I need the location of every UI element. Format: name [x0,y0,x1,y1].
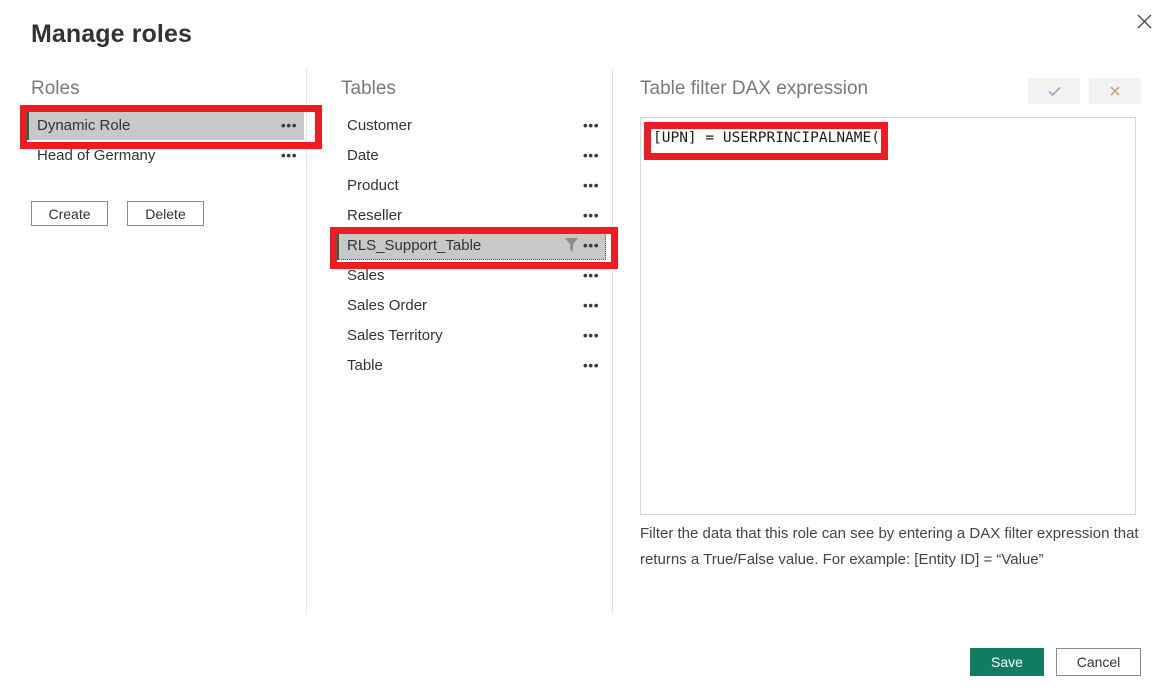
dax-expression-editor[interactable]: [UPN] = USERPRINCIPALNAME() [640,117,1136,515]
tables-list-item-label: Product [347,177,582,194]
delete-role-button[interactable]: Delete [127,201,204,226]
tables-list-item-date[interactable]: Date ••• [336,140,606,170]
roles-list: Dynamic Role ••• Head of Germany ••• [26,110,304,170]
roles-list-item-label: Dynamic Role [37,117,280,134]
selection-accent-bar [26,110,29,140]
tables-heading: Tables [341,78,396,100]
manage-roles-dialog: Manage roles Roles Dynamic Role ••• Head… [0,0,1169,700]
roles-item-menu-icon[interactable]: ••• [280,121,298,129]
tables-list-item-label: Date [347,147,582,164]
tables-item-menu-icon[interactable]: ••• [582,301,600,309]
panel-divider-tables-dax [612,68,613,614]
tables-list-item-label: Customer [347,117,582,134]
tables-list-item-product[interactable]: Product ••• [336,170,606,200]
tables-list-item-label: Sales Territory [347,327,582,344]
roles-actions: Create Delete [31,201,204,226]
tables-item-menu-icon[interactable]: ••• [582,331,600,339]
tables-item-menu-icon[interactable]: ••• [582,271,600,279]
tables-item-menu-icon[interactable]: ••• [582,151,600,159]
create-role-button[interactable]: Create [31,201,108,226]
tables-item-menu-icon[interactable]: ••• [582,181,600,189]
tables-list-item-label: Sales Order [347,297,582,314]
roles-list-item-dynamic-role[interactable]: Dynamic Role ••• [26,110,304,140]
filter-funnel-icon [563,237,580,254]
tables-item-menu-icon[interactable]: ••• [582,211,600,219]
cancel-button[interactable]: Cancel [1056,648,1141,676]
tables-item-menu-icon[interactable]: ••• [582,121,600,129]
tables-list-item-reseller[interactable]: Reseller ••• [336,200,606,230]
tables-item-menu-icon[interactable]: ••• [582,361,600,369]
tables-item-menu-icon[interactable]: ••• [582,241,600,249]
roles-item-menu-icon[interactable]: ••• [280,151,298,159]
tables-list-item-sales-order[interactable]: Sales Order ••• [336,290,606,320]
tables-list-item-label: Sales [347,267,582,284]
tables-list-item-rls-support-table[interactable]: RLS_Support_Table ••• [336,230,606,260]
roles-heading: Roles [31,78,80,100]
dax-help-text: Filter the data that this role can see b… [640,521,1140,573]
tables-list-item-sales-territory[interactable]: Sales Territory ••• [336,320,606,350]
page-title: Manage roles [31,20,192,49]
roles-list-item-head-of-germany[interactable]: Head of Germany ••• [26,140,304,170]
dax-expression-text: [UPN] = USERPRINCIPALNAME() [653,130,889,146]
close-icon[interactable] [1125,4,1163,38]
tables-list-item-label: RLS_Support_Table [347,237,563,254]
panel-divider-roles-tables [306,68,307,614]
tables-list-item-customer[interactable]: Customer ••• [336,110,606,140]
tables-list-item-table[interactable]: Table ••• [336,350,606,380]
tables-list-item-label: Reseller [347,207,582,224]
tables-list-item-label: Table [347,357,582,374]
save-button[interactable]: Save [970,648,1044,676]
checkmark-icon[interactable] [1028,78,1080,104]
tables-list-item-sales[interactable]: Sales ••• [336,260,606,290]
dax-expression-heading: Table filter DAX expression [640,78,868,100]
dialog-footer: Save Cancel [970,648,1141,676]
cross-icon[interactable] [1089,78,1141,104]
selection-accent-bar [336,230,339,260]
roles-list-item-label: Head of Germany [37,147,280,164]
tables-list: Customer ••• Date ••• Product ••• Resell… [336,110,606,380]
